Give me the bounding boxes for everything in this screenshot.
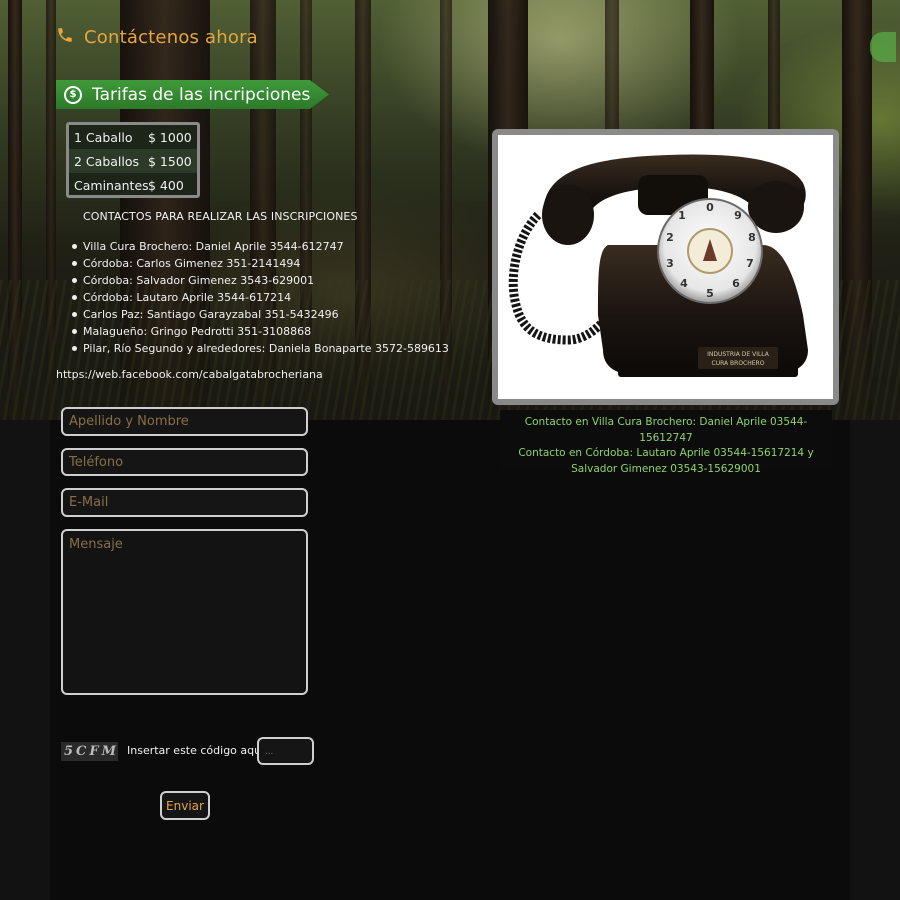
- svg-text:5: 5: [706, 287, 714, 300]
- contacts-heading: CONTACTOS PARA REALIZAR LAS INSCRIPCIONE…: [83, 210, 358, 223]
- price-row: 1 Caballo $ 1000: [69, 125, 197, 149]
- svg-text:2: 2: [666, 231, 674, 244]
- list-item: Carlos Paz: Santiago Garayzabal 351-5432…: [72, 306, 449, 323]
- svg-text:6: 6: [732, 277, 740, 290]
- price-label: Caminantes: [74, 177, 149, 193]
- phone-input[interactable]: [61, 448, 308, 476]
- captcha-label: Insertar este código aquí:: [127, 744, 268, 757]
- svg-text:3: 3: [666, 257, 674, 270]
- price-row: Caminantes $ 400: [69, 173, 197, 197]
- svg-text:4: 4: [680, 277, 688, 290]
- contact-caption: Contacto en Villa Cura Brochero: Daniel …: [500, 410, 832, 475]
- phone-icon: [56, 26, 74, 48]
- rates-title: Tarifas de las incripciones: [92, 84, 311, 105]
- list-item: Pilar, Río Segundo y alrededores: Daniel…: [72, 340, 449, 357]
- svg-text:9: 9: [734, 209, 742, 222]
- price-label: 2 Caballos: [74, 153, 140, 169]
- contact-header: Contáctenos ahora: [56, 26, 258, 48]
- price-value: $ 1500: [148, 153, 192, 169]
- svg-text:7: 7: [746, 257, 754, 270]
- price-value: $ 1000: [148, 129, 192, 145]
- price-row: 2 Caballos $ 1500: [69, 149, 197, 173]
- list-item: Córdoba: Lautaro Aprile 3544-617214: [72, 289, 449, 306]
- svg-text:0: 0: [706, 201, 714, 214]
- contacts-list: Villa Cura Brochero: Daniel Aprile 3544-…: [72, 238, 449, 357]
- list-item: Córdoba: Salvador Gimenez 3543-629001: [72, 272, 449, 289]
- telephone-photo: 0 98 76 5 43 21 INDUSTRIA DE VILLA CURA BRO…: [492, 129, 839, 405]
- captcha-input[interactable]: [257, 737, 314, 765]
- email-input[interactable]: [61, 488, 308, 517]
- svg-text:8: 8: [748, 231, 756, 244]
- side-tab[interactable]: [870, 32, 896, 62]
- list-item: Villa Cura Brochero: Daniel Aprile 3544-…: [72, 238, 449, 255]
- list-item: Córdoba: Carlos Gimenez 351-2141494: [72, 255, 449, 272]
- name-input[interactable]: [61, 407, 308, 436]
- caption-line: Contacto en Villa Cura Brochero: Daniel …: [524, 416, 808, 444]
- plate-text: INDUSTRIA DE VILLA: [707, 351, 770, 358]
- caption-line: Contacto en Córdoba: Lautaro Aprile 0354…: [518, 447, 814, 475]
- price-table: 1 Caballo $ 1000 2 Caballos $ 1500 Camin…: [66, 122, 200, 198]
- contact-title[interactable]: Contáctenos ahora: [84, 27, 258, 48]
- message-textarea[interactable]: [61, 529, 308, 695]
- send-button[interactable]: Enviar: [160, 791, 210, 820]
- svg-text:1: 1: [678, 209, 686, 222]
- price-label: 1 Caballo: [74, 129, 133, 145]
- rates-banner: $ Tarifas de las incripciones: [56, 80, 329, 109]
- captcha-image: 5CFM: [61, 742, 118, 761]
- price-value: $ 400: [148, 177, 184, 193]
- plate-text: CURA BROCHERO: [712, 360, 765, 367]
- dollar-circle-icon: $: [64, 85, 82, 104]
- facebook-link[interactable]: https://web.facebook.com/cabalgatabroche…: [56, 368, 323, 381]
- list-item: Malagueño: Gringo Pedrotti 351-3108868: [72, 323, 449, 340]
